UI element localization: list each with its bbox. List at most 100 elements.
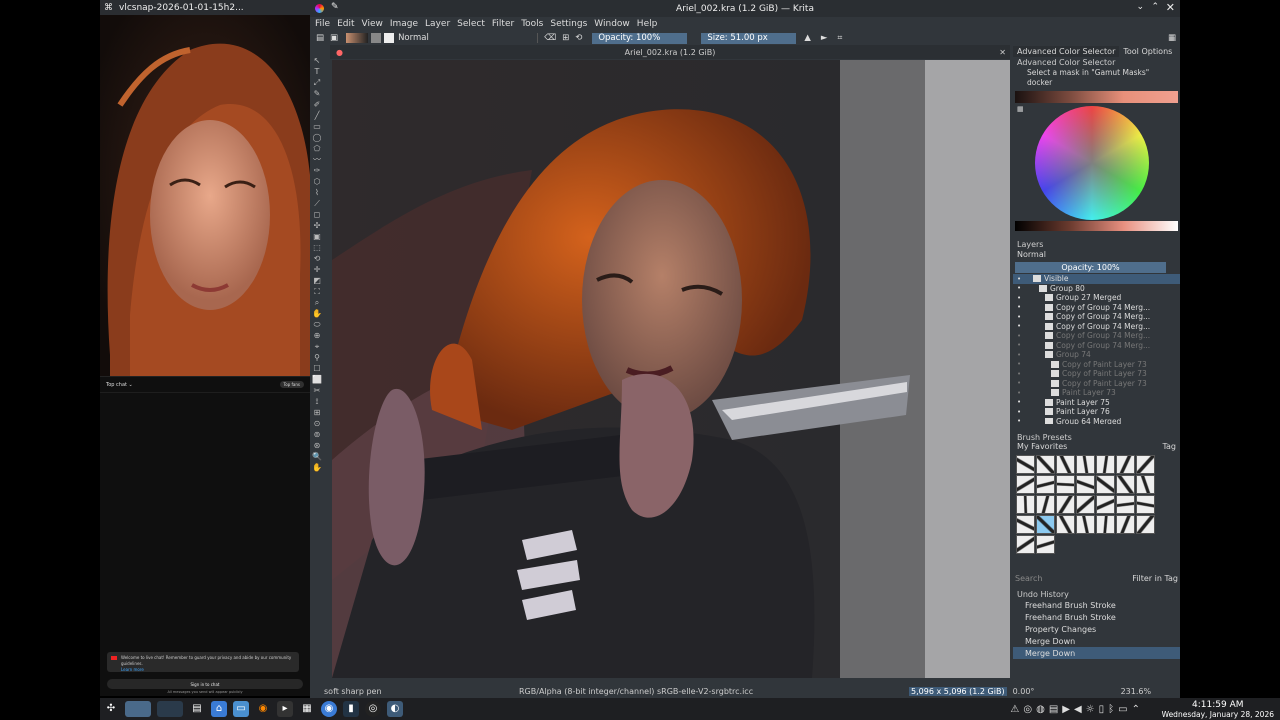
menu-image[interactable]: Image <box>390 19 418 29</box>
new-document-icon[interactable]: ▤ <box>316 33 324 43</box>
undo-item[interactable]: Merge Down <box>1013 647 1180 659</box>
battery-icon[interactable]: ▯ <box>1099 704 1105 715</box>
tool-icon-34[interactable]: ⊚ <box>312 430 322 440</box>
visibility-icon[interactable]: • <box>1017 294 1021 302</box>
brush-preset[interactable] <box>1055 454 1075 474</box>
tool-icon-31[interactable]: ⟟ <box>312 397 322 407</box>
color-wheel[interactable]: ▦ <box>1013 103 1180 221</box>
tool-icon-14[interactable]: ◻ <box>312 210 322 220</box>
undo-item[interactable]: Freehand Brush Stroke <box>1013 599 1180 611</box>
tool-icon-21[interactable]: ⛶ <box>312 287 322 297</box>
layer-row[interactable]: • Group 27 Merged <box>1013 293 1180 303</box>
layer-row[interactable]: • Paint Layer 76 <box>1013 407 1180 417</box>
display-icon[interactable]: ▭ <box>1118 704 1127 715</box>
wrap-icon[interactable]: ⌗ <box>837 33 842 43</box>
tray-expand-icon[interactable]: ⌃ <box>1132 704 1140 715</box>
brush-preset[interactable] <box>1075 474 1095 494</box>
color-slider-bar[interactable] <box>1015 91 1178 103</box>
tab-tool-options[interactable]: Tool Options <box>1119 46 1176 57</box>
tool-icon-18[interactable]: ⟲ <box>312 254 322 264</box>
brush-preset[interactable] <box>1015 514 1035 534</box>
tray-icon-1[interactable]: ⚠ <box>1010 704 1019 715</box>
undo-item[interactable]: Freehand Brush Stroke <box>1013 611 1180 623</box>
menu-help[interactable]: Help <box>637 19 658 29</box>
tool-icon-3[interactable]: ✎ <box>312 89 322 99</box>
brush-preset[interactable] <box>1035 454 1055 474</box>
reset-icon[interactable]: ⟲ <box>575 33 582 43</box>
tab-advanced-color-selector[interactable]: Advanced Color Selector <box>1013 45 1120 57</box>
visibility-icon[interactable]: • <box>1017 284 1021 292</box>
menu-file[interactable]: File <box>315 19 330 29</box>
rotation[interactable]: 0.00° <box>1013 687 1083 696</box>
layer-row[interactable]: • Copy of Group 74 Merg... <box>1013 331 1180 341</box>
alpha-lock-icon[interactable]: ⊞ <box>562 33 569 43</box>
tool-icon-22[interactable]: ⌕ <box>312 298 322 308</box>
brush-preset[interactable] <box>1115 514 1135 534</box>
learn-more-link[interactable]: Learn more <box>121 667 295 673</box>
brush-search-input[interactable]: Search <box>1015 574 1042 586</box>
layer-row[interactable]: • Copy of Paint Layer 73 <box>1013 369 1180 379</box>
brush-preset[interactable] <box>1075 514 1095 534</box>
visibility-icon[interactable]: • <box>1017 408 1021 416</box>
menu-filter[interactable]: Filter <box>492 19 514 29</box>
undo-item[interactable]: Merge Down <box>1013 635 1180 647</box>
blender-icon[interactable]: ◉ <box>255 701 271 717</box>
brush-preset[interactable] <box>1035 494 1055 514</box>
app-launcher-icon[interactable]: ✣ <box>103 701 119 717</box>
visibility-icon[interactable]: • <box>1017 417 1021 424</box>
volume-icon[interactable]: ◀ <box>1074 704 1082 715</box>
opacity-slider[interactable]: Opacity: 100% <box>592 32 688 44</box>
tool-icon-24[interactable]: ⬭ <box>312 320 322 330</box>
layer-row[interactable]: • Copy of Paint Layer 73 <box>1013 379 1180 389</box>
close-document-icon[interactable]: ✕ <box>999 48 1006 57</box>
tool-icon-27[interactable]: ⚲ <box>312 353 322 363</box>
bluetooth-icon[interactable]: ᛒ <box>1108 704 1114 715</box>
layer-row[interactable]: • Copy of Group 74 Merg... <box>1013 341 1180 351</box>
brush-preset[interactable] <box>1075 494 1095 514</box>
steam-icon[interactable]: ◍ <box>1036 704 1045 715</box>
menu-window[interactable]: Window <box>594 19 630 29</box>
tag-button[interactable]: Tag <box>1162 442 1176 454</box>
tool-icon-10[interactable]: ✑ <box>312 166 322 176</box>
undo-item[interactable]: Property Changes <box>1013 623 1180 635</box>
tool-icon-26[interactable]: ⌖ <box>312 342 322 352</box>
task-manager-icon[interactable]: ▤ <box>189 701 205 717</box>
sign-in-button[interactable]: Sign in to chat <box>107 679 303 689</box>
visibility-icon[interactable]: • <box>1017 341 1021 349</box>
obs-tray-icon[interactable]: ◎ <box>1023 704 1032 715</box>
size-slider[interactable]: Size: 51.00 px <box>701 32 797 44</box>
layer-row[interactable]: • Group 80 <box>1013 284 1180 294</box>
brush-preset[interactable] <box>1095 474 1115 494</box>
brush-preset[interactable] <box>1015 534 1035 554</box>
tool-icon-32[interactable]: ⊞ <box>312 408 322 418</box>
tool-icon-7[interactable]: ◯ <box>312 133 322 143</box>
visibility-icon[interactable]: • <box>1017 398 1021 406</box>
filter-in-tag-checkbox[interactable]: Filter in Tag <box>1132 574 1178 586</box>
menu-layer[interactable]: Layer <box>425 19 450 29</box>
window-titlebar[interactable]: ✎ Ariel_002.kra (1.2 GiB) — Krita ⌄ ⌃ ✕ <box>310 0 1180 17</box>
visibility-icon[interactable]: • <box>1017 351 1021 359</box>
brush-preset[interactable] <box>1055 494 1075 514</box>
chromium-icon[interactable]: ◉ <box>321 701 337 717</box>
layer-row[interactable]: • Paint Layer 73 <box>1013 388 1180 398</box>
layer-row[interactable]: • Copy of Group 74 Merg... <box>1013 303 1180 313</box>
brush-preset[interactable] <box>1055 514 1075 534</box>
tool-icon-13[interactable]: ⟋ <box>312 199 322 209</box>
visibility-icon[interactable]: • <box>1017 322 1021 330</box>
pin-icon[interactable]: ✎ <box>331 2 339 12</box>
brush-preset[interactable] <box>1035 514 1055 534</box>
tool-icon-25[interactable]: ⊕ <box>312 331 322 341</box>
tool-icon-5[interactable]: ╱ <box>312 111 322 121</box>
layer-row[interactable]: • Visible <box>1013 274 1180 284</box>
eraser-icon[interactable]: ⌫ <box>544 33 556 43</box>
desktop-pager-2[interactable] <box>157 701 183 717</box>
visibility-icon[interactable]: • <box>1017 370 1021 378</box>
app-icon[interactable]: ▮ <box>343 701 359 717</box>
visibility-icon[interactable]: • <box>1017 275 1021 283</box>
desktop-pager[interactable] <box>125 701 151 717</box>
mirror-icon[interactable]: ▲ <box>804 33 811 43</box>
tool-icon-16[interactable]: ▣ <box>312 232 322 242</box>
tool-icon-9[interactable]: 〰 <box>312 155 322 165</box>
layer-row[interactable]: • Group 74 <box>1013 350 1180 360</box>
menu-tools[interactable]: Tools <box>521 19 543 29</box>
